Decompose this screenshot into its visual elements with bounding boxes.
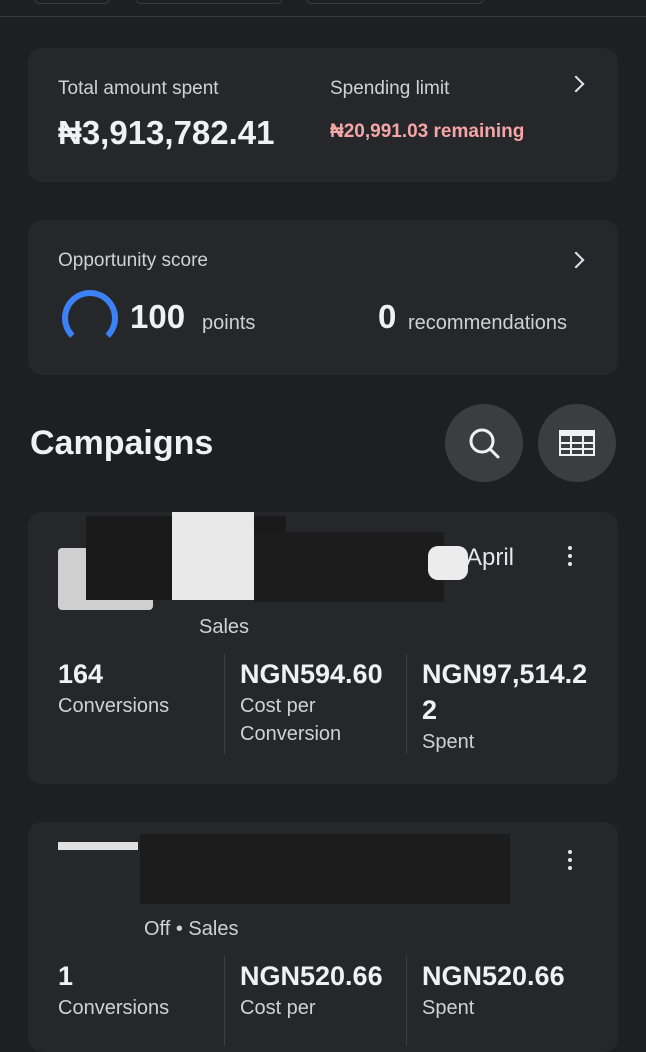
search-button[interactable] [445,404,523,482]
campaign-card[interactable]: Off • Sales 1 Conversions NGN520.66 Cost… [28,822,618,1052]
spent-value: NGN97,514.22 [422,659,588,725]
conversions-value: 1 [58,961,74,991]
search-icon [469,428,500,459]
opportunity-score-label: Opportunity score [58,250,208,271]
spent-label: Spent [422,731,475,753]
total-spent-value: ₦3,913,782.41 [58,114,275,151]
cost-per-conversion-value: NGN520.66 [240,961,383,991]
campaign-date: April [466,544,515,571]
campaign-status: Off • Sales [144,918,239,940]
table-icon [559,430,595,456]
spent-value: NGN520.66 [422,961,565,991]
table-view-button[interactable] [538,404,616,482]
more-options-icon[interactable] [568,546,572,570]
chevron-right-icon[interactable] [567,75,585,93]
campaign-status: Sales [199,616,250,638]
spent-label: Spent [422,997,475,1019]
chevron-right-icon[interactable] [567,251,585,269]
progress-ring-icon [62,290,118,346]
spending-limit-remaining: ₦20,991.03 remaining [330,121,525,142]
cost-per-conversion-label: Cost per [240,997,316,1019]
tab-pill[interactable] [34,0,110,4]
spending-limit-label: Spending limit [330,78,450,99]
divider [406,654,407,754]
conversions-value: 164 [58,659,104,689]
top-tab-strip [0,0,646,17]
points-unit: points [202,312,256,334]
points-value: 100 [130,298,186,335]
total-spent-label: Total amount spent [58,78,219,99]
divider [224,654,225,754]
divider [224,956,225,1046]
campaigns-heading: Campaigns [30,424,214,462]
recommendations-value: 0 [378,298,397,335]
tab-pill[interactable] [306,0,484,4]
cost-per-conversion-label: Cost per Conversion [240,695,342,745]
redacted-area [140,834,510,904]
redacted-area [58,842,138,850]
recommendations-unit: recommendations [408,312,567,334]
redacted-area [172,512,254,600]
cost-per-conversion-value: NGN594.60 [240,659,383,689]
campaign-card[interactable]: April Sales 164 Conversions NGN594.60 Co… [28,512,618,784]
more-options-icon[interactable] [568,850,572,874]
conversions-label: Conversions [58,695,170,717]
tab-pill[interactable] [135,0,283,4]
spending-summary-card[interactable]: Total amount spent ₦3,913,782.41 Spendin… [28,48,618,182]
divider [406,956,407,1046]
redacted-area [254,532,444,602]
redacted-area [428,546,468,580]
opportunity-score-card[interactable]: Opportunity score 100 points 0 recommend… [28,220,618,375]
conversions-label: Conversions [58,997,170,1019]
